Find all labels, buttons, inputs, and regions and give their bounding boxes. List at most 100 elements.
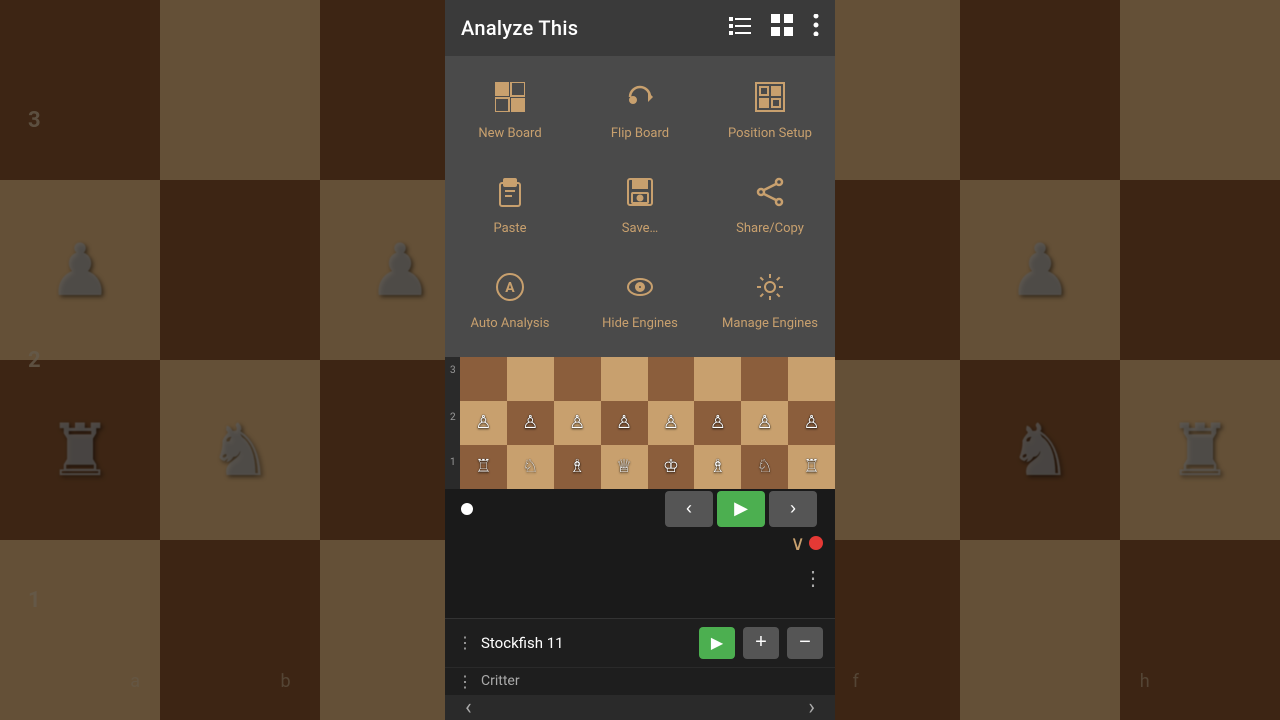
dropdown-menu: New Board Flip Board — [445, 56, 835, 357]
bottom-prev-arrow[interactable]: ‹ — [465, 695, 472, 720]
chess-board-wrapper: 3 2 1 ♙ — [445, 357, 835, 489]
engine-1-minus-button[interactable]: − — [787, 627, 823, 659]
board-cell: ♗ — [554, 445, 601, 489]
white-pawn: ♙ — [616, 414, 632, 432]
next-button[interactable]: › — [769, 491, 817, 527]
save-button[interactable]: Save… — [575, 159, 705, 254]
engine-2-row: ⋮ Critter — [445, 667, 835, 695]
rank-1-label: 1 — [450, 457, 456, 468]
move-list-more-icon[interactable]: ⋮ — [803, 566, 823, 590]
header-icons — [729, 14, 819, 42]
save-label: Save… — [622, 221, 659, 236]
auto-analysis-button[interactable]: A Auto Analysis — [445, 254, 575, 349]
flip-board-button[interactable]: Flip Board — [575, 64, 705, 159]
app-header: Analyze This — [445, 0, 835, 56]
board-cell: ♙ — [694, 401, 741, 445]
flip-board-label: Flip Board — [611, 126, 669, 141]
hide-engines-label: Hide Engines — [602, 316, 678, 331]
board-cell: ♙ — [554, 401, 601, 445]
nav-controls: ‹ ▶ › — [445, 489, 835, 528]
more-icon[interactable] — [813, 14, 819, 42]
rank-3-label: 3 — [450, 365, 456, 376]
board-cell: ♙ — [460, 401, 507, 445]
next-icon: › — [790, 498, 796, 519]
bottom-next-arrow[interactable]: › — [808, 695, 815, 720]
board-cell — [460, 357, 507, 401]
engine-2-drag-icon: ⋮ — [457, 672, 473, 691]
auto-analysis-label: Auto Analysis — [471, 316, 550, 331]
new-board-label: New Board — [478, 126, 541, 141]
manage-engines-button[interactable]: Manage Engines — [705, 254, 835, 349]
paste-label: Paste — [493, 221, 526, 236]
engine-1-drag-icon: ⋮ — [457, 633, 473, 652]
red-indicator — [809, 536, 823, 550]
engine-1-name: Stockfish 11 — [481, 634, 691, 652]
board-cell: ♕ — [601, 445, 648, 489]
position-dot — [461, 503, 473, 515]
engine-1-play-button[interactable]: ▶ — [699, 627, 735, 659]
board-cell: ♙ — [648, 401, 695, 445]
play-button[interactable]: ▶ — [717, 491, 765, 527]
white-bishop: ♗ — [569, 458, 585, 476]
board-cell — [554, 357, 601, 401]
bottom-nav: ‹ › — [445, 695, 835, 720]
engine-1-plus-button[interactable]: + — [743, 627, 779, 659]
board-cell — [788, 357, 835, 401]
board-cell: ♙ — [741, 401, 788, 445]
board-section: 3 2 1 ♙ — [445, 357, 835, 720]
white-knight: ♘ — [757, 458, 773, 476]
move-list-area: ⋮ — [445, 558, 835, 618]
board-cell: ♘ — [507, 445, 554, 489]
engine-section: ⋮ Stockfish 11 ▶ + − ⋮ Critter — [445, 618, 835, 695]
grid-icon[interactable] — [771, 14, 793, 42]
paste-button[interactable]: Paste — [445, 159, 575, 254]
share-copy-label: Share/Copy — [736, 221, 804, 236]
chevron-down-icon[interactable]: ∨ — [790, 531, 805, 555]
position-setup-label: Position Setup — [728, 126, 812, 141]
share-copy-icon — [755, 177, 785, 213]
position-setup-button[interactable]: Position Setup — [705, 64, 835, 159]
board-cell: ♔ — [648, 445, 695, 489]
position-setup-icon — [755, 82, 785, 118]
play-icon: ▶ — [734, 498, 748, 519]
engine-1-row: ⋮ Stockfish 11 ▶ + − — [445, 619, 835, 667]
save-icon — [626, 177, 654, 213]
hide-engines-button[interactable]: Hide Engines — [575, 254, 705, 349]
board-cell: ♙ — [788, 401, 835, 445]
white-pawn: ♙ — [663, 414, 679, 432]
new-board-button[interactable]: New Board — [445, 64, 575, 159]
board-cell: ♗ — [694, 445, 741, 489]
board-cell — [648, 357, 695, 401]
svg-text:A: A — [505, 280, 515, 296]
new-board-icon — [495, 82, 525, 118]
board-cell — [507, 357, 554, 401]
board-cell: ♖ — [788, 445, 835, 489]
share-copy-button[interactable]: Share/Copy — [705, 159, 835, 254]
engine-2-name: Critter — [481, 673, 823, 689]
board-cell: ♙ — [601, 401, 648, 445]
white-rook: ♖ — [803, 458, 819, 476]
white-pawn: ♙ — [757, 414, 773, 432]
right-overlay — [835, 0, 1280, 720]
prev-button[interactable]: ‹ — [665, 491, 713, 527]
white-queen: ♕ — [616, 458, 632, 476]
white-pawn: ♙ — [475, 414, 491, 432]
white-pawn: ♙ — [803, 414, 819, 432]
chess-board[interactable]: ♙ ♙ ♙ ♙ ♙ ♙ ♙ ♙ ♖ ♘ ♗ ♕ ♔ ♗ ♘ — [460, 357, 835, 489]
white-pawn: ♙ — [569, 414, 585, 432]
analysis-bar: ∨ — [445, 528, 835, 558]
white-pawn: ♙ — [522, 414, 538, 432]
board-cell — [694, 357, 741, 401]
manage-engines-icon — [755, 272, 785, 308]
list-icon[interactable] — [729, 16, 751, 41]
prev-icon: ‹ — [686, 498, 692, 519]
board-cell: ♖ — [460, 445, 507, 489]
white-king: ♔ — [663, 458, 679, 476]
left-overlay — [0, 0, 445, 720]
hide-engines-icon — [625, 272, 655, 308]
flip-board-icon — [625, 82, 655, 118]
manage-engines-label: Manage Engines — [722, 316, 818, 331]
board-cell — [601, 357, 648, 401]
app-title: Analyze This — [461, 16, 578, 40]
rank-2-label: 2 — [450, 412, 456, 423]
